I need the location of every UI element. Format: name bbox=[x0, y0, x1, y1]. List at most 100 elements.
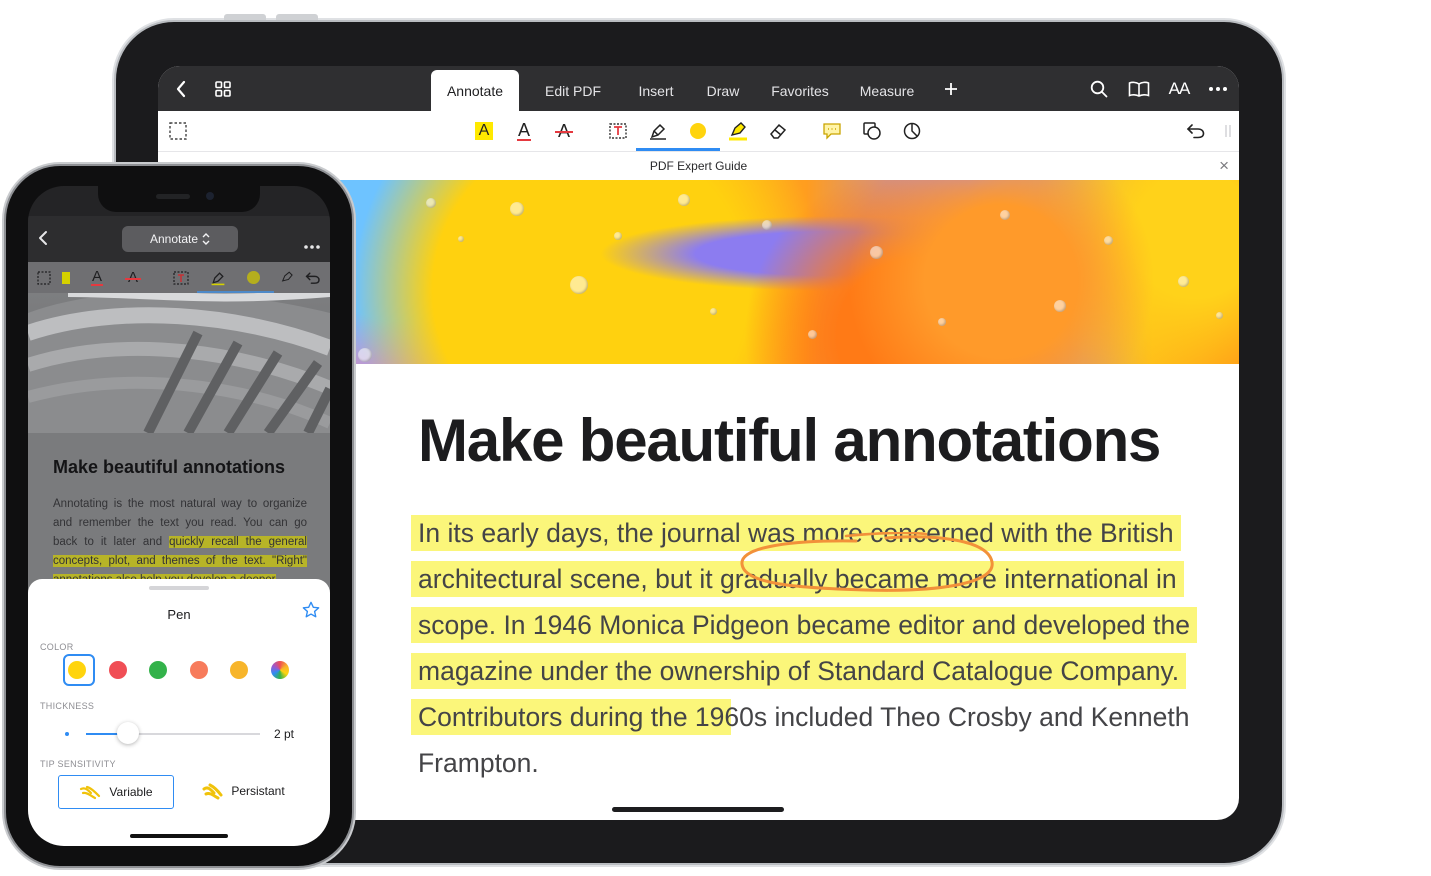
annotate-mode-button[interactable]: Annotate bbox=[122, 226, 238, 252]
highlighter-icon[interactable] bbox=[274, 262, 300, 293]
tip-variable-button[interactable]: Variable bbox=[58, 775, 174, 809]
bubble bbox=[808, 330, 817, 339]
text-underline-icon[interactable]: A bbox=[508, 111, 540, 151]
persistant-stroke-icon bbox=[202, 783, 223, 800]
text-strikethrough-icon[interactable]: A bbox=[120, 262, 146, 293]
more-icon[interactable] bbox=[304, 236, 320, 254]
eraser-icon[interactable] bbox=[762, 111, 794, 151]
text-line: architectural scene, but it gradually be… bbox=[418, 556, 1178, 602]
bubble bbox=[938, 318, 946, 326]
bubble bbox=[762, 220, 772, 230]
color-section-label: COLOR bbox=[40, 642, 74, 652]
text-highlight-icon[interactable] bbox=[53, 262, 79, 293]
comment-icon[interactable] bbox=[816, 111, 848, 151]
thickness-slider[interactable] bbox=[86, 722, 260, 744]
ipad-button bbox=[276, 14, 318, 20]
text-strikethrough-icon[interactable]: A bbox=[548, 111, 580, 151]
redo-icon[interactable] bbox=[1212, 111, 1239, 151]
notch bbox=[98, 186, 260, 212]
text-box-icon[interactable] bbox=[168, 262, 194, 293]
pen-color-icon[interactable] bbox=[232, 262, 274, 293]
tab-edit-pdf[interactable]: Edit PDF bbox=[534, 70, 612, 111]
tab-draw[interactable]: Draw bbox=[698, 70, 748, 111]
text-highlight-icon[interactable]: A bbox=[468, 111, 500, 151]
architecture-photo bbox=[28, 293, 330, 433]
highlighted-text[interactable]: scope. In 1946 Monica Pidgeon became edi… bbox=[418, 607, 1190, 643]
text-line: magazine under the ownership of Standard… bbox=[418, 648, 1180, 694]
search-icon[interactable] bbox=[1084, 66, 1114, 111]
home-indicator[interactable] bbox=[130, 834, 228, 838]
annotation-toolbar: A A A bbox=[158, 111, 1239, 152]
phone-article-body: Annotating is the most natural way to or… bbox=[53, 495, 307, 590]
thickness-value: 2 pt bbox=[274, 727, 295, 741]
grid-view-icon[interactable] bbox=[208, 66, 238, 111]
bubble bbox=[1054, 300, 1066, 312]
color-swatch-yellow[interactable] bbox=[68, 661, 86, 679]
highlighted-text[interactable]: Contributors during the 19 bbox=[418, 699, 725, 735]
camera bbox=[206, 192, 214, 200]
thickness-slider-knob[interactable] bbox=[116, 722, 139, 744]
text-size-label: AA bbox=[1168, 78, 1191, 98]
bubble bbox=[678, 194, 690, 206]
bubble bbox=[870, 246, 883, 259]
tab-annotate[interactable]: Annotate bbox=[431, 70, 519, 111]
article-title: Make beautiful annotations bbox=[418, 407, 1161, 474]
pen-tool-icon[interactable] bbox=[197, 262, 239, 293]
ipad-button bbox=[224, 14, 266, 20]
highlighter-icon[interactable] bbox=[722, 111, 754, 151]
bubble bbox=[426, 198, 436, 208]
color-swatch-coral[interactable] bbox=[190, 661, 208, 679]
phone-article-title: Make beautiful annotations bbox=[53, 457, 286, 477]
tab-insert[interactable]: Insert bbox=[628, 70, 684, 111]
tip-persistant-button[interactable]: Persistant bbox=[188, 775, 298, 807]
book-icon[interactable] bbox=[1122, 66, 1156, 111]
tip-variable-label: Variable bbox=[109, 785, 153, 799]
pen-color-icon[interactable] bbox=[676, 111, 720, 151]
iphone-screen: Annotate A A Make beautiful annotations … bbox=[28, 186, 330, 846]
more-icon[interactable] bbox=[1203, 66, 1233, 111]
back-icon[interactable] bbox=[166, 66, 196, 111]
highlighted-text[interactable]: magazine under the ownership of Standard… bbox=[418, 653, 1180, 689]
speaker bbox=[156, 194, 190, 199]
selection-tool-icon[interactable] bbox=[162, 111, 194, 151]
highlighted-text[interactable]: architectural scene, but it gradually be… bbox=[418, 561, 1177, 597]
mode-label: Annotate bbox=[149, 232, 199, 246]
highlighted-text[interactable]: In its early days, the journal was more … bbox=[418, 515, 1174, 551]
shapes-icon[interactable] bbox=[856, 111, 888, 151]
bubble bbox=[510, 202, 524, 216]
text-line: Frampton. bbox=[418, 740, 1178, 786]
home-indicator[interactable] bbox=[612, 807, 784, 812]
bubble bbox=[1000, 210, 1010, 220]
color-swatch-orange[interactable] bbox=[230, 661, 248, 679]
stamp-icon[interactable] bbox=[896, 111, 928, 151]
tab-favorites[interactable]: Favorites bbox=[762, 70, 838, 111]
iphone-device: Annotate A A Make beautiful annotations … bbox=[6, 166, 352, 866]
pen-settings-sheet: Pen COLOR THICKNESS 2 pt TIP SENSITIVITY bbox=[28, 579, 330, 846]
color-swatch-green[interactable] bbox=[149, 661, 167, 679]
top-navigation-bar: Annotate Edit PDF Insert Draw Favorites … bbox=[158, 66, 1239, 111]
close-document-icon[interactable]: × bbox=[1219, 156, 1229, 176]
bubble bbox=[710, 308, 717, 315]
document-title: PDF Expert Guide bbox=[649, 159, 748, 173]
add-tab-icon[interactable] bbox=[934, 66, 968, 111]
back-icon[interactable] bbox=[38, 230, 48, 251]
color-picker-icon[interactable] bbox=[271, 661, 289, 679]
tip-persistant-label: Persistant bbox=[231, 784, 285, 798]
bubble bbox=[614, 232, 622, 240]
sheet-title: Pen bbox=[167, 607, 191, 622]
tab-measure[interactable]: Measure bbox=[851, 70, 923, 111]
color-swatch-red[interactable] bbox=[109, 661, 127, 679]
pen-tool-icon[interactable] bbox=[636, 111, 680, 151]
bubble bbox=[1104, 236, 1113, 245]
undo-icon[interactable] bbox=[1180, 111, 1212, 151]
text-line: In its early days, the journal was more … bbox=[418, 510, 1178, 556]
bubble bbox=[1216, 312, 1223, 319]
text-box-icon[interactable] bbox=[602, 111, 634, 151]
article-body: In its early days, the journal was more … bbox=[418, 510, 1190, 786]
text-underline-icon[interactable]: A bbox=[84, 262, 110, 293]
sheet-grabber[interactable] bbox=[149, 586, 209, 590]
text-size-icon[interactable]: AA bbox=[1164, 66, 1194, 111]
bubble bbox=[570, 276, 588, 294]
favorite-star-icon[interactable] bbox=[302, 601, 320, 624]
undo-icon[interactable] bbox=[300, 262, 326, 293]
